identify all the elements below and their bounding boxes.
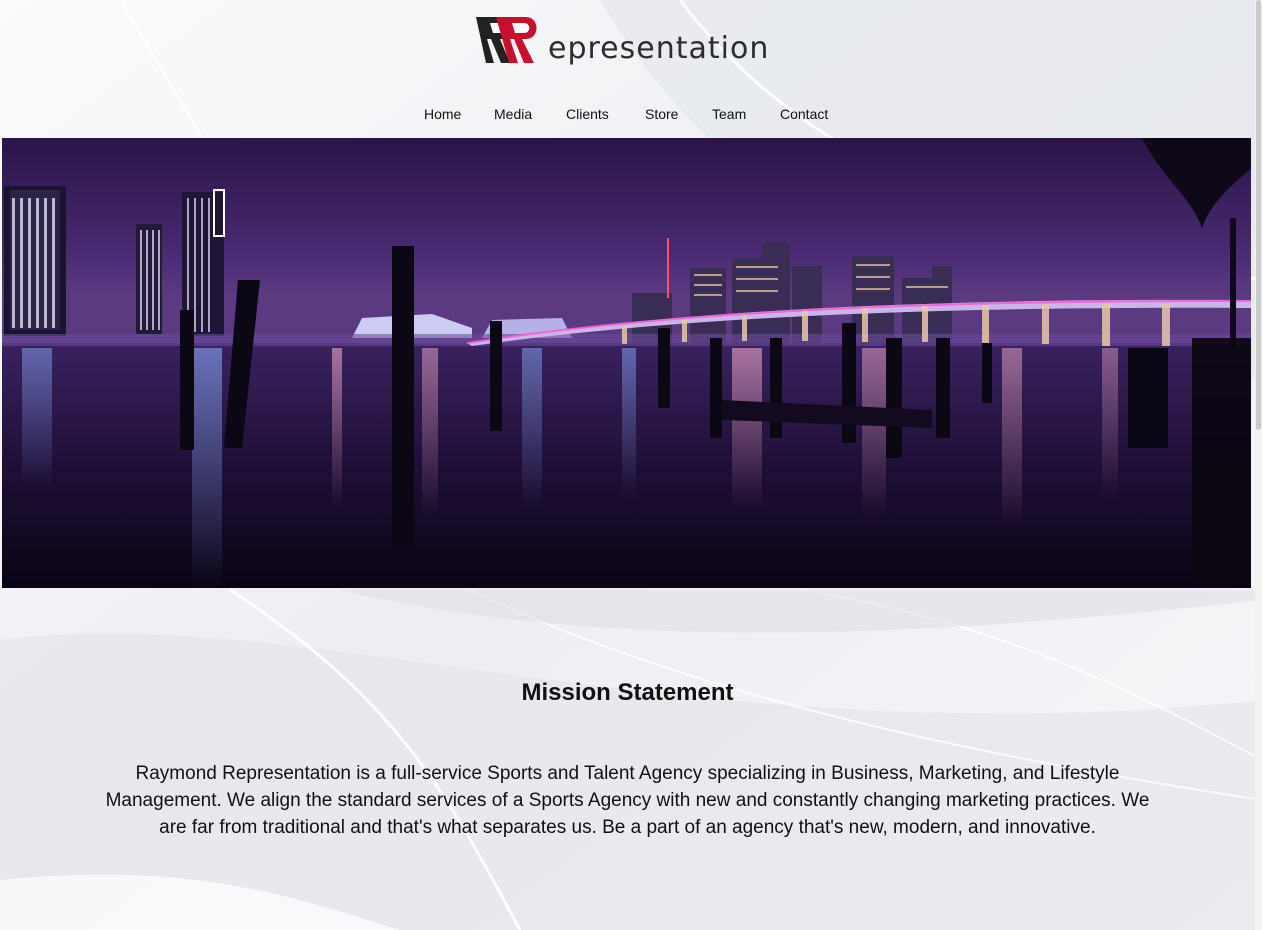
rr-logo-icon [476, 17, 537, 63]
scrollbar[interactable] [1255, 0, 1262, 930]
scrollbar-thumb[interactable] [1256, 0, 1261, 430]
mission-title: Mission Statement [521, 679, 734, 706]
brand-name: epresentation [548, 31, 770, 66]
main-nav: Home Media Clients Store Team Contact [0, 93, 1255, 122]
nav-item-clients[interactable]: Clients [566, 106, 609, 122]
site-header: epresentation Home Media Clients Store T… [0, 0, 1255, 138]
nav-item-store[interactable]: Store [645, 106, 678, 122]
nav-item-home[interactable]: Home [424, 106, 461, 122]
nav-item-media[interactable]: Media [494, 106, 532, 122]
brand-logo[interactable]: epresentation [474, 13, 769, 67]
mission-body: Raymond Representation is a full-service… [105, 763, 1150, 838]
hero-image [2, 138, 1251, 588]
city-skyline-night-photo [2, 138, 1251, 588]
nav-item-team[interactable]: Team [712, 106, 746, 122]
nav-item-contact[interactable]: Contact [780, 106, 828, 122]
